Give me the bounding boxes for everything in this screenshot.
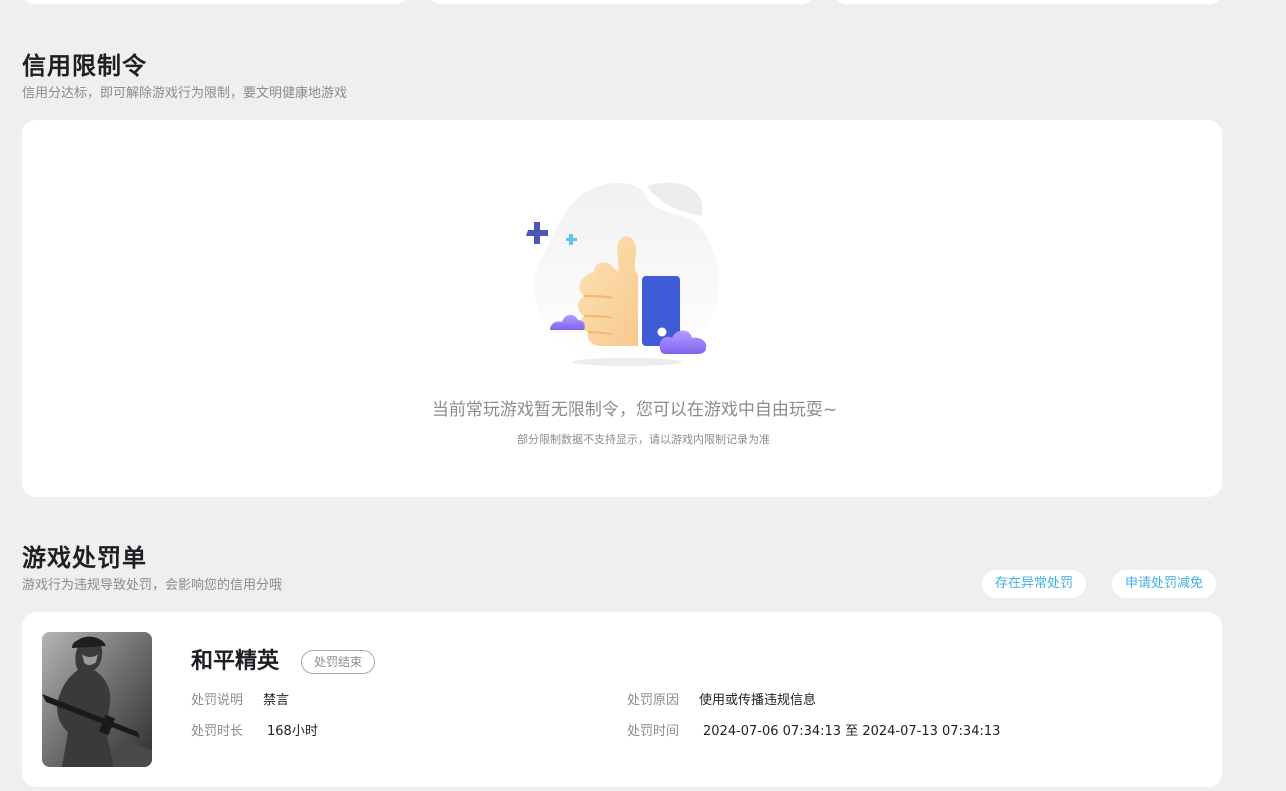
restriction-empty-card: 当前常玩游戏暂无限制令，您可以在游戏中自由玩耍~ 部分限制数据不支持显示，请以游… — [22, 120, 1222, 497]
penalty-reason-value: 使用或传播违规信息 — [699, 693, 817, 708]
thumbs-up-illustration-icon — [522, 178, 722, 373]
empty-state-note: 部分限制数据不支持显示，请以游戏内限制记录为准 — [517, 433, 770, 446]
penalty-record-card[interactable]: 和平精英 处罚结束 处罚说明 禁言 处罚原因 使用或传播违规信息 处罚时长 16… — [22, 612, 1222, 787]
top-card-middle — [428, 0, 814, 4]
penalty-section-subtitle: 游戏行为违规导致处罚，会影响您的信用分哦 — [22, 578, 283, 593]
penalty-description-value: 禁言 — [263, 693, 290, 708]
penalty-duration-value: 168小时 — [267, 724, 318, 739]
abnormal-penalty-button[interactable]: 存在异常处罚 — [982, 570, 1087, 598]
penalty-reason-label: 处罚原因 — [627, 693, 680, 708]
restriction-section-subtitle: 信用分达标，即可解除游戏行为限制，要文明健康地游戏 — [22, 86, 348, 101]
top-card-left — [22, 0, 408, 4]
page: 信用限制令 信用分达标，即可解除游戏行为限制，要文明健康地游戏 当前常玩游戏暂无… — [0, 0, 1286, 791]
penalty-duration-label: 处罚时长 — [191, 724, 244, 739]
penalty-description-label: 处罚说明 — [191, 693, 244, 708]
restriction-section-title: 信用限制令 — [22, 52, 147, 80]
penalty-status-badge: 处罚结束 — [301, 650, 376, 674]
penalty-section-title: 游戏处罚单 — [22, 544, 147, 572]
penalty-time-label: 处罚时间 — [627, 724, 680, 739]
empty-state-title: 当前常玩游戏暂无限制令，您可以在游戏中自由玩耍~ — [431, 400, 838, 420]
penalty-time-value: 2024-07-06 07:34:13 至 2024-07-13 07:34:1… — [703, 724, 1001, 739]
top-card-right — [834, 0, 1222, 4]
game-name: 和平精英 — [191, 649, 280, 674]
game-cover-image — [42, 632, 152, 767]
apply-penalty-reduction-button[interactable]: 申请处罚减免 — [1112, 570, 1217, 598]
